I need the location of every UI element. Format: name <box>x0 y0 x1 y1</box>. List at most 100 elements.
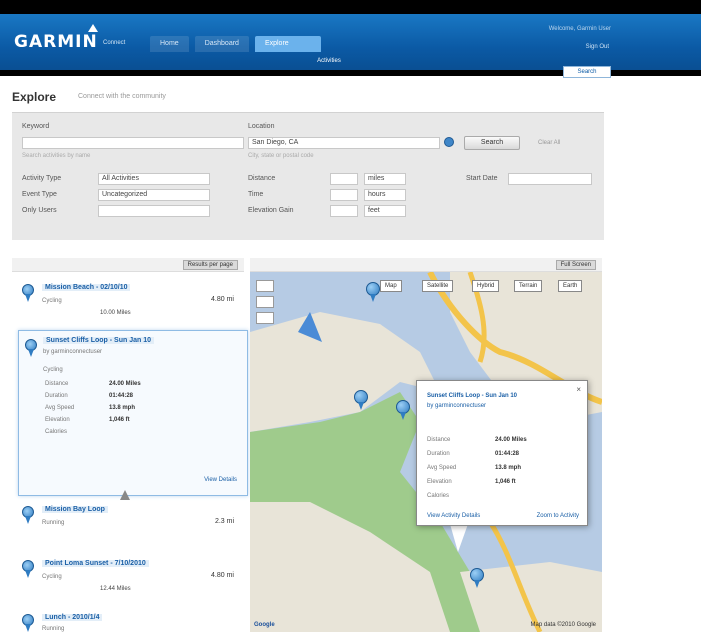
detail-value: 24.00 Miles <box>109 381 141 387</box>
pin-icon <box>22 284 34 302</box>
list-item-title[interactable]: Mission Beach - 02/10/10 <box>42 284 131 291</box>
map-type-map-button[interactable]: Map <box>380 280 402 292</box>
time-from-input[interactable] <box>330 189 358 201</box>
pan-button[interactable] <box>256 312 274 324</box>
map-attribution: Map data ©2010 Google <box>530 622 596 628</box>
popup-title[interactable]: Sunset Cliffs Loop - Sun Jan 10 <box>427 393 517 399</box>
map-type-hybrid-button[interactable]: Hybrid <box>472 280 500 292</box>
detail-label: Avg Speed <box>45 405 75 411</box>
keyword-label: Keyword <box>22 123 50 130</box>
location-input[interactable]: San Diego, CA <box>248 137 440 149</box>
map-info-popup: × Sunset Cliffs Loop - Sun Jan 10 by gar… <box>416 380 588 526</box>
distance-unit-select[interactable]: miles <box>364 173 406 185</box>
page: GARMIN Connect Home Dashboard Explore Ac… <box>0 0 701 632</box>
map-pin-icon[interactable] <box>396 400 410 420</box>
list-item-value: 10.00 Miles <box>100 310 131 316</box>
site-search-button[interactable]: Search <box>563 66 611 78</box>
start-date-label: Start Date <box>466 175 498 182</box>
detail-label: Duration <box>45 393 68 399</box>
list-item-title[interactable]: Mission Bay Loop <box>42 506 108 513</box>
pin-icon <box>22 614 34 632</box>
list-item-title[interactable]: Sunset Cliffs Loop - Sun Jan 10 <box>43 337 155 344</box>
list-item-distance: 4.80 mi <box>211 572 234 579</box>
activity-type-select[interactable]: All Activities <box>98 173 210 185</box>
search-button[interactable]: Search <box>464 136 520 150</box>
elevation-label: Elevation Gain <box>248 207 294 214</box>
tab-dashboard[interactable]: Dashboard <box>194 36 249 52</box>
start-date-input[interactable] <box>508 173 592 185</box>
main-nav: Home Dashboard Explore <box>150 36 321 52</box>
sign-out-link[interactable]: Sign Out <box>586 44 609 50</box>
location-label: Location <box>248 123 275 130</box>
pin-icon <box>25 339 37 357</box>
map-pin-icon[interactable] <box>354 390 368 410</box>
tab-explore[interactable]: Explore <box>254 36 321 52</box>
list-item[interactable]: Mission Bay Loop Running 2.3 mi <box>12 502 244 546</box>
zoom-control[interactable] <box>256 280 274 350</box>
popup-subtitle[interactable]: by garminconnectuser <box>427 403 486 409</box>
pin-icon <box>22 560 34 578</box>
list-item-type: Cycling <box>42 574 62 580</box>
garmin-logo[interactable]: GARMIN <box>14 32 98 52</box>
view-details-link[interactable]: View Details <box>204 477 237 483</box>
elevation-unit-select[interactable]: feet <box>364 205 406 217</box>
popup-tail <box>450 524 468 552</box>
list-item-subtitle[interactable]: by garminconnectuser <box>43 349 102 355</box>
keyword-input[interactable] <box>22 137 244 149</box>
detail-value: 13.8 mph <box>109 405 136 411</box>
logo-triangle-icon <box>88 24 98 32</box>
time-unit-select[interactable]: hours <box>364 189 406 201</box>
subnav-activities[interactable]: Activities <box>296 58 362 64</box>
locate-me-icon[interactable] <box>444 137 454 147</box>
users-input[interactable] <box>98 205 210 217</box>
map-pin-icon[interactable] <box>470 568 484 588</box>
list-item-title[interactable]: Lunch - 2010/1/4 <box>42 614 103 621</box>
list-item-title[interactable]: Point Loma Sunset - 7/10/2010 <box>42 560 149 567</box>
search-filters: Keyword Search activities by name Locati… <box>12 112 604 240</box>
popup-label: Distance <box>427 437 451 443</box>
detail-label: Distance <box>45 381 69 387</box>
event-type-label: Event Type <box>22 191 57 198</box>
map-type-satellite-button[interactable]: Satellite <box>422 280 454 292</box>
event-type-select[interactable]: Uncategorized <box>98 189 210 201</box>
close-icon[interactable]: × <box>576 385 581 394</box>
list-item-type: Cycling <box>43 367 63 373</box>
popup-label: Elevation <box>427 479 452 485</box>
account-link[interactable]: Welcome, Garmin User <box>549 26 611 32</box>
list-item[interactable]: Lunch - 2010/1/4 Running <box>12 610 244 632</box>
page-subtitle[interactable]: Connect with the community <box>78 93 166 100</box>
map-type-earth-button[interactable]: Earth <box>558 280 583 292</box>
popup-value: 24.00 Miles <box>495 437 527 443</box>
zoom-out-button[interactable] <box>256 296 274 308</box>
zoom-to-activity-link[interactable]: Zoom to Activity <box>537 513 579 519</box>
map-pin-icon[interactable] <box>366 282 380 302</box>
list-item[interactable]: Mission Beach - 02/10/10 Cycling 10.00 M… <box>12 280 244 326</box>
zoom-in-button[interactable] <box>256 280 274 292</box>
elevation-from-input[interactable] <box>330 205 358 217</box>
popup-value: 13.8 mph <box>495 465 522 471</box>
detail-value: 1,046 ft <box>109 417 130 423</box>
page-title: Explore <box>12 90 57 104</box>
list-item-type: Running <box>42 520 65 526</box>
detail-label: Elevation <box>45 417 70 423</box>
list-item-expanded[interactable]: Sunset Cliffs Loop - Sun Jan 10 by garmi… <box>18 330 248 496</box>
list-item[interactable]: Point Loma Sunset - 7/10/2010 Cycling 12… <box>12 556 244 600</box>
detail-value: 01:44:28 <box>109 393 134 399</box>
clear-all-link[interactable]: Clear All <box>538 140 560 146</box>
time-label: Time <box>248 191 264 198</box>
site-header: GARMIN Connect Home Dashboard Explore Ac… <box>0 14 701 78</box>
full-screen-button[interactable]: Full Screen <box>555 260 596 270</box>
map-header: Full Screen <box>250 258 602 272</box>
pin-icon <box>22 506 34 524</box>
results-list: Results per page Mission Beach - 02/10/1… <box>12 258 248 632</box>
results-per-page-button[interactable]: Results per page <box>182 260 238 270</box>
list-item-type: Running <box>42 626 65 632</box>
map-type-terrain-button[interactable]: Terrain <box>514 280 543 292</box>
view-activity-details-link[interactable]: View Activity Details <box>427 513 480 519</box>
tab-home[interactable]: Home <box>150 36 189 52</box>
list-item-type: Cycling <box>42 298 62 304</box>
list-item-distance: 4.80 mi <box>211 296 234 303</box>
location-hint: City, state or postal code <box>248 153 314 159</box>
distance-from-input[interactable] <box>330 173 358 185</box>
popup-value: 01:44:28 <box>495 451 520 457</box>
